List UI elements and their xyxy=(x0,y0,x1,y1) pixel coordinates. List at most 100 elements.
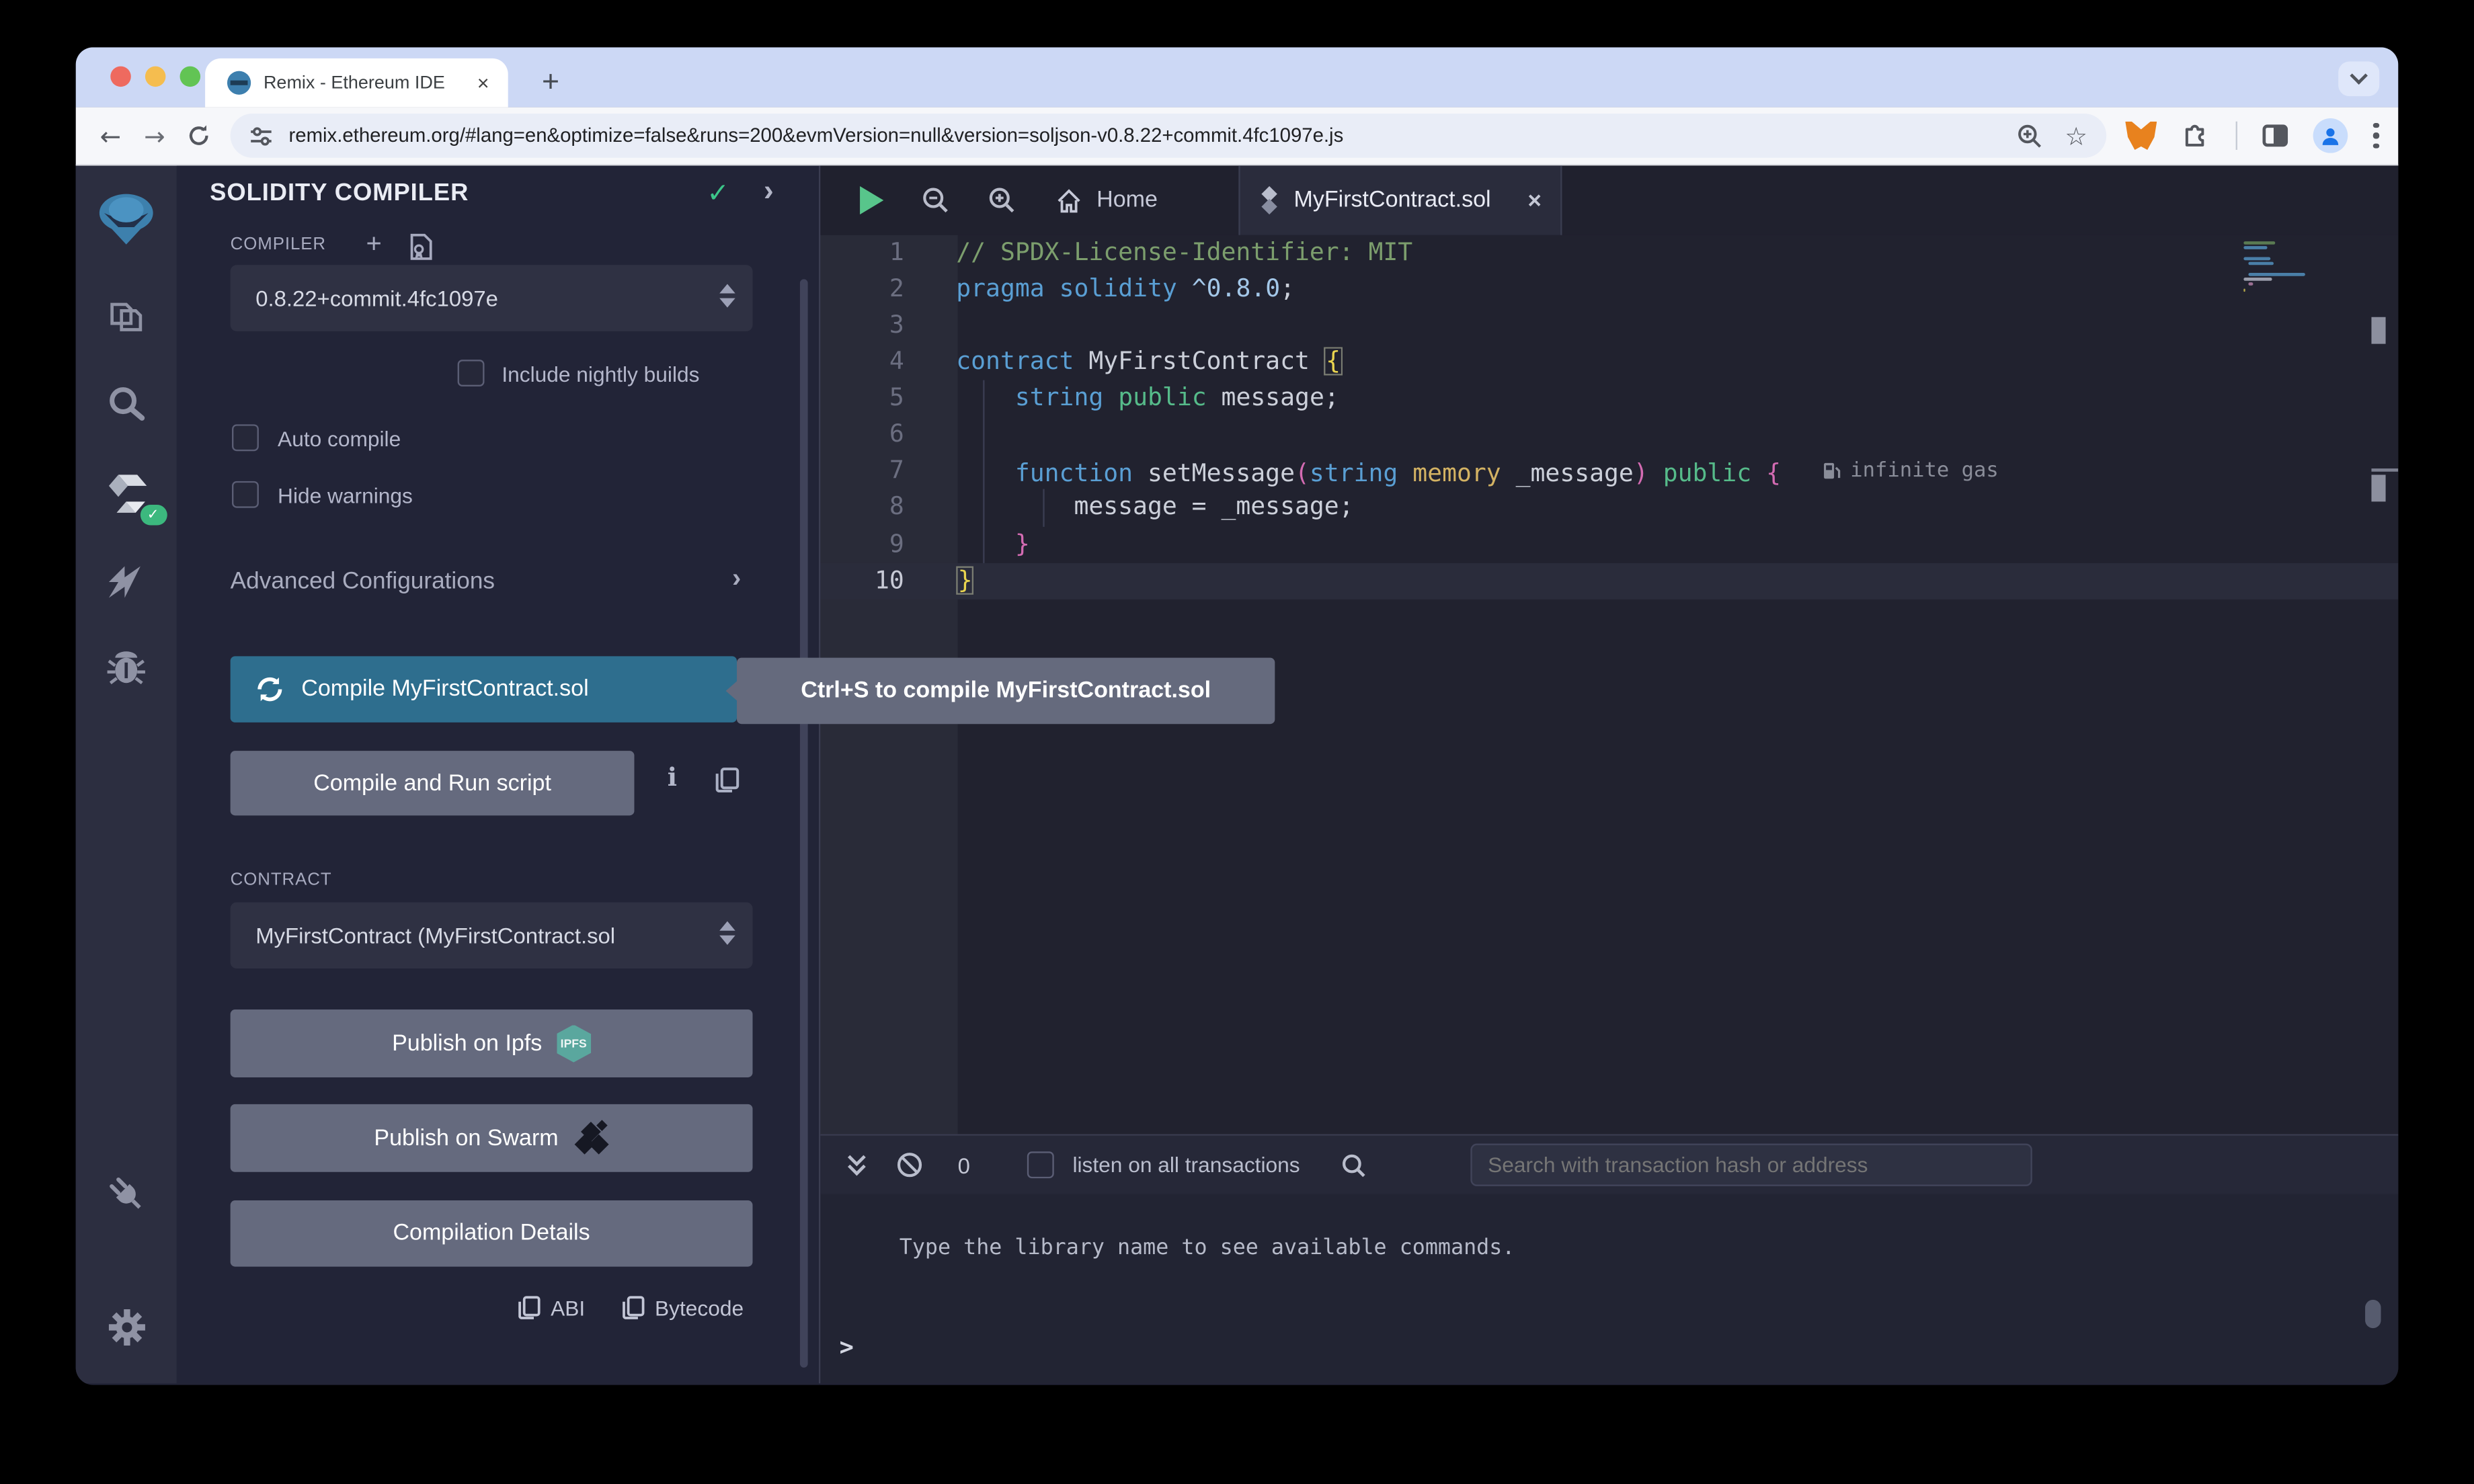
listen-transactions-label: listen on all transactions xyxy=(1072,1153,1300,1177)
compile-refresh-icon xyxy=(255,675,284,703)
remix-favicon-icon xyxy=(227,71,251,95)
swarm-logo-icon xyxy=(574,1121,609,1156)
bookmark-star-icon[interactable]: ☆ xyxy=(2065,121,2087,151)
abi-label: ABI xyxy=(551,1296,585,1319)
remix-app: ✓ SOLIDITY COMPILER ✓ xyxy=(76,165,2399,1383)
close-window-button[interactable] xyxy=(110,67,131,87)
code-line-6[interactable]: 6 xyxy=(820,417,2398,453)
copy-abi[interactable]: ABI xyxy=(518,1295,585,1321)
activity-bar: ✓ xyxy=(76,165,177,1383)
debugger-icon[interactable] xyxy=(106,649,147,686)
site-settings-icon[interactable] xyxy=(249,124,273,147)
overview-ruler-mark[interactable] xyxy=(2371,317,2385,344)
terminal-search-input[interactable] xyxy=(1470,1144,2032,1186)
line-number: 4 xyxy=(820,344,930,380)
auto-compile-label: Auto compile xyxy=(278,427,401,451)
browser-tab-strip: Remix - Ethereum IDE × + xyxy=(76,47,2399,107)
zoom-in-icon[interactable] xyxy=(988,186,1016,214)
zoom-window-button[interactable] xyxy=(180,67,201,87)
compile-button[interactable]: Compile MyFirstContract.sol xyxy=(231,656,737,723)
url-bar[interactable]: remix.ethereum.org/#lang=en&optimize=fal… xyxy=(231,114,2107,158)
terminal-output[interactable]: Type the library name to see available c… xyxy=(820,1194,2398,1385)
solidity-compiler-icon[interactable]: ✓ xyxy=(105,472,147,516)
profile-avatar[interactable] xyxy=(2313,118,2348,153)
extensions-puzzle-icon[interactable] xyxy=(2182,122,2210,150)
zoom-out-icon[interactable] xyxy=(922,186,950,214)
editor-minimap[interactable] xyxy=(2243,241,2370,293)
file-tab-close-icon[interactable]: × xyxy=(1527,187,1542,214)
new-tab-button[interactable]: + xyxy=(530,63,571,104)
gas-estimate-annotation: infinite gas xyxy=(1822,453,1999,489)
code-line-3[interactable]: 3 xyxy=(820,308,2398,344)
terminal-scrollbar[interactable] xyxy=(2365,1300,2381,1328)
panel-scrollbar[interactable] xyxy=(800,279,808,1367)
deploy-run-icon[interactable] xyxy=(105,563,147,601)
publish-swarm-button[interactable]: Publish on Swarm xyxy=(231,1104,753,1172)
code-line-5[interactable]: 5 string public message; xyxy=(820,380,2398,417)
terminal-panel: 0 listen on all transactions Type the li… xyxy=(820,1134,2398,1383)
tab-close-icon[interactable]: × xyxy=(474,71,492,95)
window-controls[interactable] xyxy=(110,67,200,87)
compile-success-check-icon: ✓ xyxy=(707,178,729,210)
chevron-down-icon xyxy=(2350,67,2368,85)
line-number: 1 xyxy=(820,235,930,272)
copy-script-icon[interactable] xyxy=(715,767,740,794)
compile-run-button[interactable]: Compile and Run script xyxy=(231,751,635,815)
code-line-7[interactable]: 7 function setMessage(string memory _mes… xyxy=(820,453,2398,489)
advanced-chevron-icon[interactable]: › xyxy=(732,563,741,595)
line-number: 8 xyxy=(820,490,930,526)
forward-button[interactable]: → xyxy=(132,121,177,151)
plugin-manager-icon[interactable] xyxy=(106,1173,147,1214)
browser-tab[interactable]: Remix - Ethereum IDE × xyxy=(205,58,508,108)
copy-bytecode[interactable]: Bytecode xyxy=(622,1295,744,1321)
compile-shortcut-tooltip: Ctrl+S to compile MyFirstContract.sol xyxy=(737,658,1275,725)
code-line-4[interactable]: 4contract MyFirstContract { xyxy=(820,344,2398,380)
hide-warnings-checkbox[interactable] xyxy=(232,481,259,508)
transaction-count: 0 xyxy=(958,1152,970,1178)
url-text[interactable]: remix.ethereum.org/#lang=en&optimize=fal… xyxy=(288,124,1993,147)
minimize-window-button[interactable] xyxy=(145,67,166,87)
tab-search-button[interactable] xyxy=(2338,62,2379,97)
browser-tab-title: Remix - Ethereum IDE xyxy=(264,73,474,92)
clear-console-icon[interactable] xyxy=(896,1151,923,1178)
settings-gear-icon[interactable] xyxy=(105,1306,147,1348)
code-line-2[interactable]: 2pragma solidity ^0.8.0; xyxy=(820,272,2398,308)
publish-ipfs-label: Publish on Ipfs xyxy=(392,1031,542,1057)
compiler-label: COMPILER xyxy=(231,235,326,254)
code-line-10[interactable]: 10} xyxy=(820,563,2398,599)
add-compiler-icon[interactable]: + xyxy=(366,229,381,260)
compilation-details-label: Compilation Details xyxy=(393,1221,590,1247)
browser-menu-icon[interactable] xyxy=(2373,122,2379,149)
back-button[interactable]: ← xyxy=(88,121,132,151)
compiler-success-badge: ✓ xyxy=(140,505,167,526)
advanced-configurations-toggle[interactable]: Advanced Configurations xyxy=(231,568,495,595)
overview-ruler-mark[interactable] xyxy=(2371,475,2385,501)
compiler-license-icon[interactable] xyxy=(410,233,432,260)
listen-transactions-checkbox[interactable] xyxy=(1027,1151,1053,1178)
tooltip-text: Ctrl+S to compile MyFirstContract.sol xyxy=(801,678,1211,704)
code-line-9[interactable]: 9 } xyxy=(820,526,2398,563)
expand-terminal-icon[interactable] xyxy=(846,1152,868,1178)
run-script-icon[interactable] xyxy=(860,186,883,214)
file-explorer-icon[interactable] xyxy=(106,295,147,336)
line-number: 7 xyxy=(820,453,930,489)
panel-chevron-icon[interactable]: › xyxy=(764,175,774,210)
search-icon[interactable] xyxy=(106,383,147,424)
code-line-1[interactable]: 1// SPDX-License-Identifier: MIT xyxy=(820,235,2398,272)
compilation-details-button[interactable]: Compilation Details xyxy=(231,1200,753,1267)
tab-home[interactable]: Home xyxy=(1055,187,1158,214)
info-icon[interactable]: i xyxy=(668,762,677,792)
code-line-8[interactable]: 8 message = _message; xyxy=(820,490,2398,526)
metamask-icon[interactable] xyxy=(2125,122,2157,150)
zoom-page-icon[interactable] xyxy=(2016,122,2043,149)
hide-warnings-label: Hide warnings xyxy=(278,485,413,508)
tab-myfirstcontract[interactable]: MyFirstContract.sol × xyxy=(1238,165,1562,235)
auto-compile-checkbox[interactable] xyxy=(232,424,259,451)
reload-button[interactable] xyxy=(186,123,212,149)
publish-ipfs-button[interactable]: Publish on Ipfs IPFS xyxy=(231,1009,753,1077)
include-nightly-checkbox[interactable] xyxy=(458,360,485,386)
contract-select[interactable]: MyFirstContract (MyFirstContract.sol xyxy=(231,902,753,968)
compiler-version-select[interactable]: 0.8.22+commit.4fc1097e xyxy=(231,265,753,331)
side-panel-icon[interactable] xyxy=(2263,124,2288,147)
remix-logo-icon[interactable] xyxy=(96,191,156,247)
